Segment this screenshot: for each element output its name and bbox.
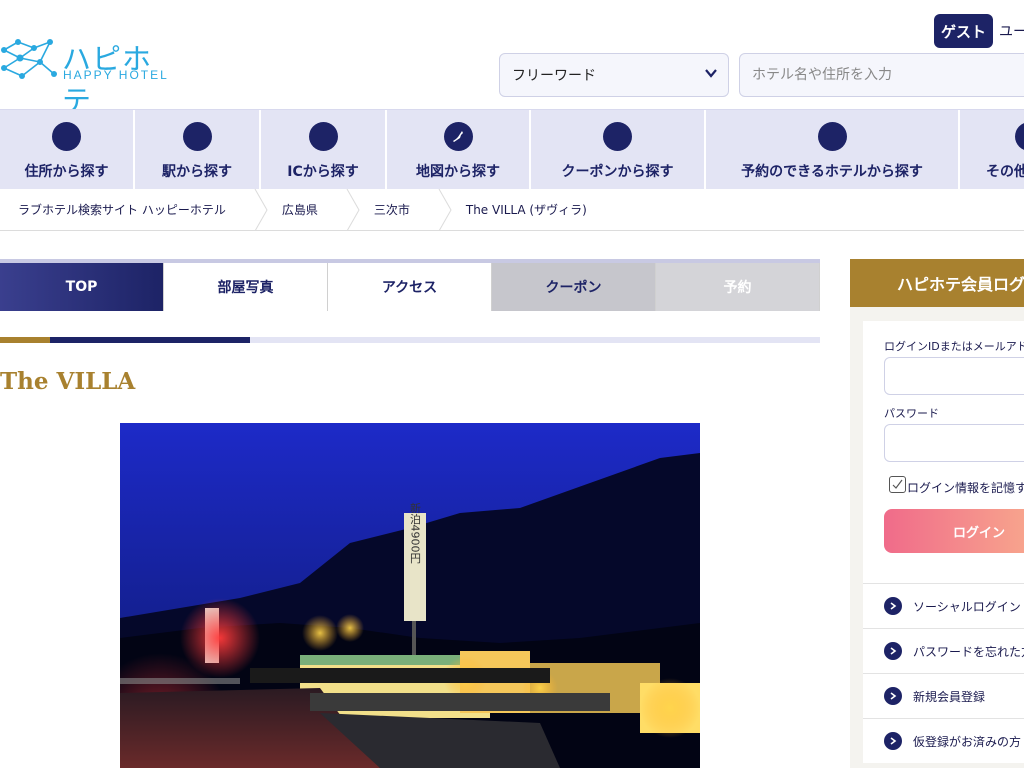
- password-label: パスワード: [884, 407, 939, 420]
- hotel-photo[interactable]: 新泊4900円: [120, 423, 700, 768]
- japan-map-shape: [453, 130, 463, 142]
- provisional-registration-link[interactable]: 仮登録がお済みの方: [863, 718, 1024, 763]
- nav-search-by-address[interactable]: 住所から探す: [0, 110, 135, 190]
- nav-label: 地図から探す: [416, 164, 500, 180]
- guest-badge[interactable]: ゲスト: [934, 14, 993, 48]
- link-label: ソーシャルログイン: [913, 599, 1021, 614]
- user-menu-text[interactable]: ユー: [999, 21, 1024, 41]
- breadcrumb-item-home[interactable]: ラブホテル検索サイト ハッピーホテル: [0, 189, 254, 231]
- link-label: 新規会員登録: [913, 689, 986, 704]
- station-icon: [182, 122, 212, 151]
- search-input[interactable]: [739, 53, 1024, 97]
- nav-label: その他: [986, 164, 1024, 180]
- chevron-down-icon: [705, 69, 717, 78]
- reservation-icon: [817, 122, 847, 151]
- nav-search-reservable-hotels[interactable]: 予約のできるホテルから探す: [706, 110, 960, 190]
- link-label: パスワードを忘れた方: [913, 644, 1024, 659]
- other-icon: [1015, 122, 1024, 151]
- link-label: 仮登録がお済みの方: [913, 734, 1022, 749]
- network-logo-icon: [1, 39, 57, 79]
- japan-map-icon: [443, 122, 473, 151]
- login-button[interactable]: ログイン: [884, 509, 1024, 553]
- breadcrumb-separator-icon: [438, 188, 452, 231]
- remember-login-label: ログイン情報を記憶す: [907, 481, 1024, 495]
- breadcrumb: ラブホテル検索サイト ハッピーホテル 広島県 三次市 The VILLA (ザヴ…: [0, 188, 1024, 231]
- hotel-night-photo: 新泊4900円: [120, 423, 700, 768]
- tab-reservation: 予約: [656, 263, 820, 311]
- login-id-label: ログインIDまたはメールアドレ: [884, 340, 1024, 353]
- breadcrumb-item-current: The VILLA (ザヴィラ): [465, 203, 587, 217]
- chevron-right-icon: [884, 732, 902, 750]
- login-id-input[interactable]: [884, 357, 1024, 395]
- breadcrumb-separator-icon: [254, 188, 268, 231]
- nav-search-by-ic[interactable]: ICから探す: [261, 110, 387, 190]
- main-nav: 住所から探す 駅から探す ICから探す 地図から探す クーポンから探す 予約ので…: [0, 109, 1024, 190]
- section-progress-bar: [0, 337, 820, 343]
- tab-coupon[interactable]: クーポン: [492, 263, 656, 311]
- tab-top[interactable]: TOP: [0, 263, 164, 311]
- nav-label: クーポンから探す: [561, 164, 674, 180]
- nav-search-by-station[interactable]: 駅から探す: [135, 110, 261, 190]
- search-type-value: フリーワード: [512, 68, 596, 84]
- nav-label: 予約のできるホテルから探す: [741, 164, 923, 180]
- progress-segment-navy: [50, 337, 251, 343]
- tab-room-photos[interactable]: 部屋写真: [164, 263, 328, 311]
- chevron-right-icon: [884, 642, 902, 660]
- search-type-select[interactable]: フリーワード: [499, 53, 729, 97]
- chevron-right-icon: [884, 597, 902, 615]
- password-input[interactable]: [884, 424, 1024, 462]
- nav-other[interactable]: その他: [960, 110, 1024, 190]
- site-logo[interactable]: ハピホテ HAPPY HOTEL: [0, 34, 175, 118]
- member-login-heading: ハピホテ会員ログ: [850, 259, 1024, 307]
- logo-subtitle: HAPPY HOTEL: [63, 68, 169, 82]
- coupon-icon: [603, 122, 632, 151]
- progress-segment-gold: [0, 337, 51, 343]
- nav-search-by-map[interactable]: 地図から探す: [387, 110, 531, 190]
- address-icon: [52, 122, 81, 151]
- nav-label: 駅から探す: [162, 164, 232, 180]
- breadcrumb-item-prefecture[interactable]: 広島県: [268, 189, 346, 231]
- nav-label: ICから探す: [287, 164, 359, 180]
- tab-access[interactable]: アクセス: [328, 263, 492, 311]
- hotel-tabs: TOP 部屋写真 アクセス クーポン 予約: [0, 263, 820, 311]
- breadcrumb-item-city[interactable]: 三次市: [360, 189, 438, 231]
- hotel-title: The VILLA: [0, 368, 136, 395]
- breadcrumb-separator-icon: [346, 188, 360, 231]
- chevron-right-icon: [884, 687, 902, 705]
- forgot-password-link[interactable]: パスワードを忘れた方: [863, 628, 1024, 673]
- social-login-link[interactable]: ソーシャルログイン: [863, 583, 1024, 628]
- checkmark-icon: [892, 479, 903, 489]
- remember-login-checkbox[interactable]: [889, 476, 906, 493]
- nav-label: 住所から探す: [24, 164, 109, 180]
- nav-search-by-coupon[interactable]: クーポンから探す: [531, 110, 706, 190]
- register-link[interactable]: 新規会員登録: [863, 673, 1024, 718]
- highway-icon: [308, 122, 338, 151]
- hotel-sign-text: 新泊4900円: [409, 501, 422, 564]
